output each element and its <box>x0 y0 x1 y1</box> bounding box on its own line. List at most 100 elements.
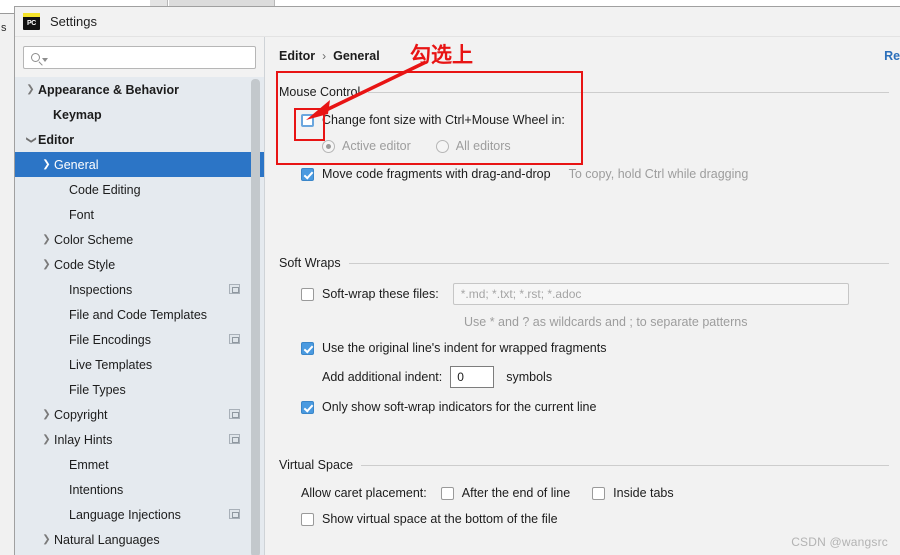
breadcrumb-separator-icon: › <box>322 49 327 63</box>
show-virtual-space-row[interactable]: Show virtual space at the bottom of the … <box>301 512 889 526</box>
soft-wrap-files-hint: Use * and ? as wildcards and ; to separa… <box>464 315 748 329</box>
after-end-of-line-label: After the end of line <box>461 486 571 500</box>
dialog-title: Settings <box>50 14 97 29</box>
virtual-space-header: Virtual Space <box>279 458 889 472</box>
soft-wraps-title: Soft Wraps <box>279 256 341 270</box>
chevron-right-icon[interactable]: ❯ <box>39 434 54 445</box>
sidebar-scrollbar[interactable] <box>251 79 260 555</box>
sidebar-item-emmet[interactable]: Emmet <box>15 452 264 477</box>
sidebar-item-appearance-behavior[interactable]: ❯ Appearance & Behavior <box>15 77 264 102</box>
chevron-right-icon[interactable]: ❯ <box>39 159 54 170</box>
search-input[interactable] <box>48 49 255 66</box>
drag-and-drop-label: Move code fragments with drag-and-drop <box>322 167 551 181</box>
show-virtual-space-checkbox[interactable] <box>301 512 314 526</box>
chevron-right-icon[interactable]: ❯ <box>39 534 54 545</box>
original-indent-label: Use the original line's indent for wrapp… <box>322 341 607 355</box>
sidebar-item-label: File Encodings <box>69 332 151 347</box>
sidebar-item-language-injections[interactable]: Language Injections <box>15 502 264 527</box>
soft-wrap-files-checkbox[interactable] <box>301 287 314 301</box>
sidebar-item-code-style[interactable]: ❯ Code Style <box>15 252 264 277</box>
sidebar-item-label: Intentions <box>69 482 124 497</box>
sidebar-item-inspections[interactable]: Inspections <box>15 277 264 302</box>
soft-wrap-files-input[interactable]: *.md; *.txt; *.rst; *.adoc <box>452 283 849 305</box>
ide-background-label: s <box>1 22 7 34</box>
sidebar-item-keymap[interactable]: Keymap <box>15 102 264 127</box>
additional-indent-suffix: symbols <box>506 370 553 384</box>
sidebar-item-label: File and Code Templates <box>69 307 208 322</box>
settings-content: Editor › General Res Mouse Control Chang… <box>265 37 900 555</box>
dialog-body: ❯ Appearance & Behavior Keymap ❯ Editor ❯ Gene… <box>15 37 900 555</box>
soft-wrap-files-row[interactable]: Soft-wrap these files: *.md; *.txt; *.rs… <box>301 283 889 305</box>
mouse-control-header: Mouse Control <box>279 85 889 99</box>
change-font-size-checkbox[interactable] <box>301 113 314 127</box>
chevron-right-icon[interactable]: ❯ <box>39 409 54 420</box>
divider <box>348 262 889 264</box>
inside-tabs-checkbox[interactable] <box>592 486 606 500</box>
after-end-of-line-checkbox[interactable] <box>440 486 454 500</box>
caret-placement-row[interactable]: Allow caret placement: After the end of … <box>301 486 889 500</box>
chevron-right-icon[interactable]: ❯ <box>23 84 38 95</box>
sidebar-item-label: Inspections <box>69 282 133 297</box>
active-editor-label: Active editor <box>342 139 411 153</box>
sidebar-item-natural-languages[interactable]: ❯ Natural Languages <box>15 527 264 552</box>
sidebar-item-file-encodings[interactable]: File Encodings <box>15 327 264 352</box>
change-font-size-row[interactable]: Change font size with Ctrl+Mouse Wheel i… <box>301 113 889 127</box>
drag-and-drop-checkbox[interactable] <box>301 167 314 181</box>
sidebar-item-file-types[interactable]: File Types <box>15 377 264 402</box>
sidebar-item-label: General <box>54 157 99 172</box>
watermark: CSDN @wangsrc <box>791 535 888 549</box>
sidebar-item-general[interactable]: ❯ General <box>15 152 264 177</box>
active-editor-radio[interactable] <box>322 139 335 153</box>
original-indent-checkbox[interactable] <box>301 341 314 355</box>
soft-wraps-group: Soft Wraps Soft-wrap these files: *.md; … <box>279 256 889 414</box>
sidebar-item-live-templates[interactable]: Live Templates <box>15 352 264 377</box>
sidebar-item-copyright[interactable]: ❯ Copyright <box>15 402 264 427</box>
sidebar-item-label: Code Style <box>54 257 116 272</box>
sidebar-item-label: Language Injections <box>69 507 181 522</box>
additional-indent-input[interactable]: 0 <box>450 366 495 388</box>
pycharm-pc-icon <box>23 13 40 30</box>
chevron-right-icon[interactable]: ❯ <box>39 234 54 245</box>
sidebar-item-font[interactable]: Font <box>15 202 264 227</box>
sidebar-item-inlay-hints[interactable]: ❯ Inlay Hints <box>15 427 264 452</box>
reset-link[interactable]: Res <box>884 49 900 63</box>
all-editors-label: All editors <box>455 139 511 153</box>
all-editors-radio[interactable] <box>435 139 449 153</box>
sidebar-item-label: Code Editing <box>69 182 141 197</box>
only-show-indicators-row[interactable]: Only show soft-wrap indicators for the c… <box>301 400 889 414</box>
sidebar-item-color-scheme[interactable]: ❯ Color Scheme <box>15 227 264 252</box>
sidebar-item-intentions[interactable]: Intentions <box>15 477 264 502</box>
sidebar-item-label: Copyright <box>54 407 108 422</box>
caret-placement-label: Allow caret placement: <box>301 486 427 500</box>
mouse-control-title: Mouse Control <box>279 85 361 99</box>
chevron-right-icon[interactable]: ❯ <box>39 259 54 270</box>
module-scope-icon <box>229 509 240 519</box>
drag-and-drop-hint: To copy, hold Ctrl while dragging <box>568 167 749 181</box>
original-indent-row[interactable]: Use the original line's indent for wrapp… <box>301 341 889 355</box>
sidebar-item-editor[interactable]: ❯ Editor <box>15 127 264 152</box>
breadcrumb-root[interactable]: Editor <box>279 49 315 63</box>
sidebar-item-file-and-code-templates[interactable]: File and Code Templates <box>15 302 264 327</box>
editor-scope-radio-group[interactable]: Active editor All editors <box>322 139 889 153</box>
module-scope-icon <box>229 334 240 344</box>
module-scope-icon <box>229 284 240 294</box>
module-scope-icon <box>229 409 240 419</box>
show-virtual-space-label: Show virtual space at the bottom of the … <box>322 512 558 526</box>
only-show-indicators-checkbox[interactable] <box>301 400 314 414</box>
module-scope-icon <box>229 434 240 444</box>
additional-indent-row[interactable]: Add additional indent: 0 symbols <box>322 366 889 388</box>
mouse-control-group: Mouse Control Change font size with Ctrl… <box>279 85 889 181</box>
additional-indent-label: Add additional indent: <box>322 370 443 384</box>
change-font-size-label: Change font size with Ctrl+Mouse Wheel i… <box>322 113 565 127</box>
soft-wrap-files-label: Soft-wrap these files: <box>322 287 439 301</box>
sidebar-item-label: Keymap <box>53 107 102 122</box>
sidebar-item-label: File Types <box>69 382 126 397</box>
settings-dialog: Settings ❯Appearance & BehaviorKeymap❯Ed… <box>14 6 900 555</box>
settings-tree[interactable]: ❯ Appearance & Behavior Keymap ❯ Editor ❯ Gene… <box>15 77 264 555</box>
drag-and-drop-row[interactable]: Move code fragments with drag-and-drop T… <box>301 167 889 181</box>
sidebar-item-label: Natural Languages <box>54 532 160 547</box>
sidebar-item-label: Appearance & Behavior <box>38 82 180 97</box>
chevron-down-icon[interactable]: ❯ <box>26 132 37 147</box>
search-box[interactable] <box>23 46 256 69</box>
sidebar-item-code-editing[interactable]: Code Editing <box>15 177 264 202</box>
